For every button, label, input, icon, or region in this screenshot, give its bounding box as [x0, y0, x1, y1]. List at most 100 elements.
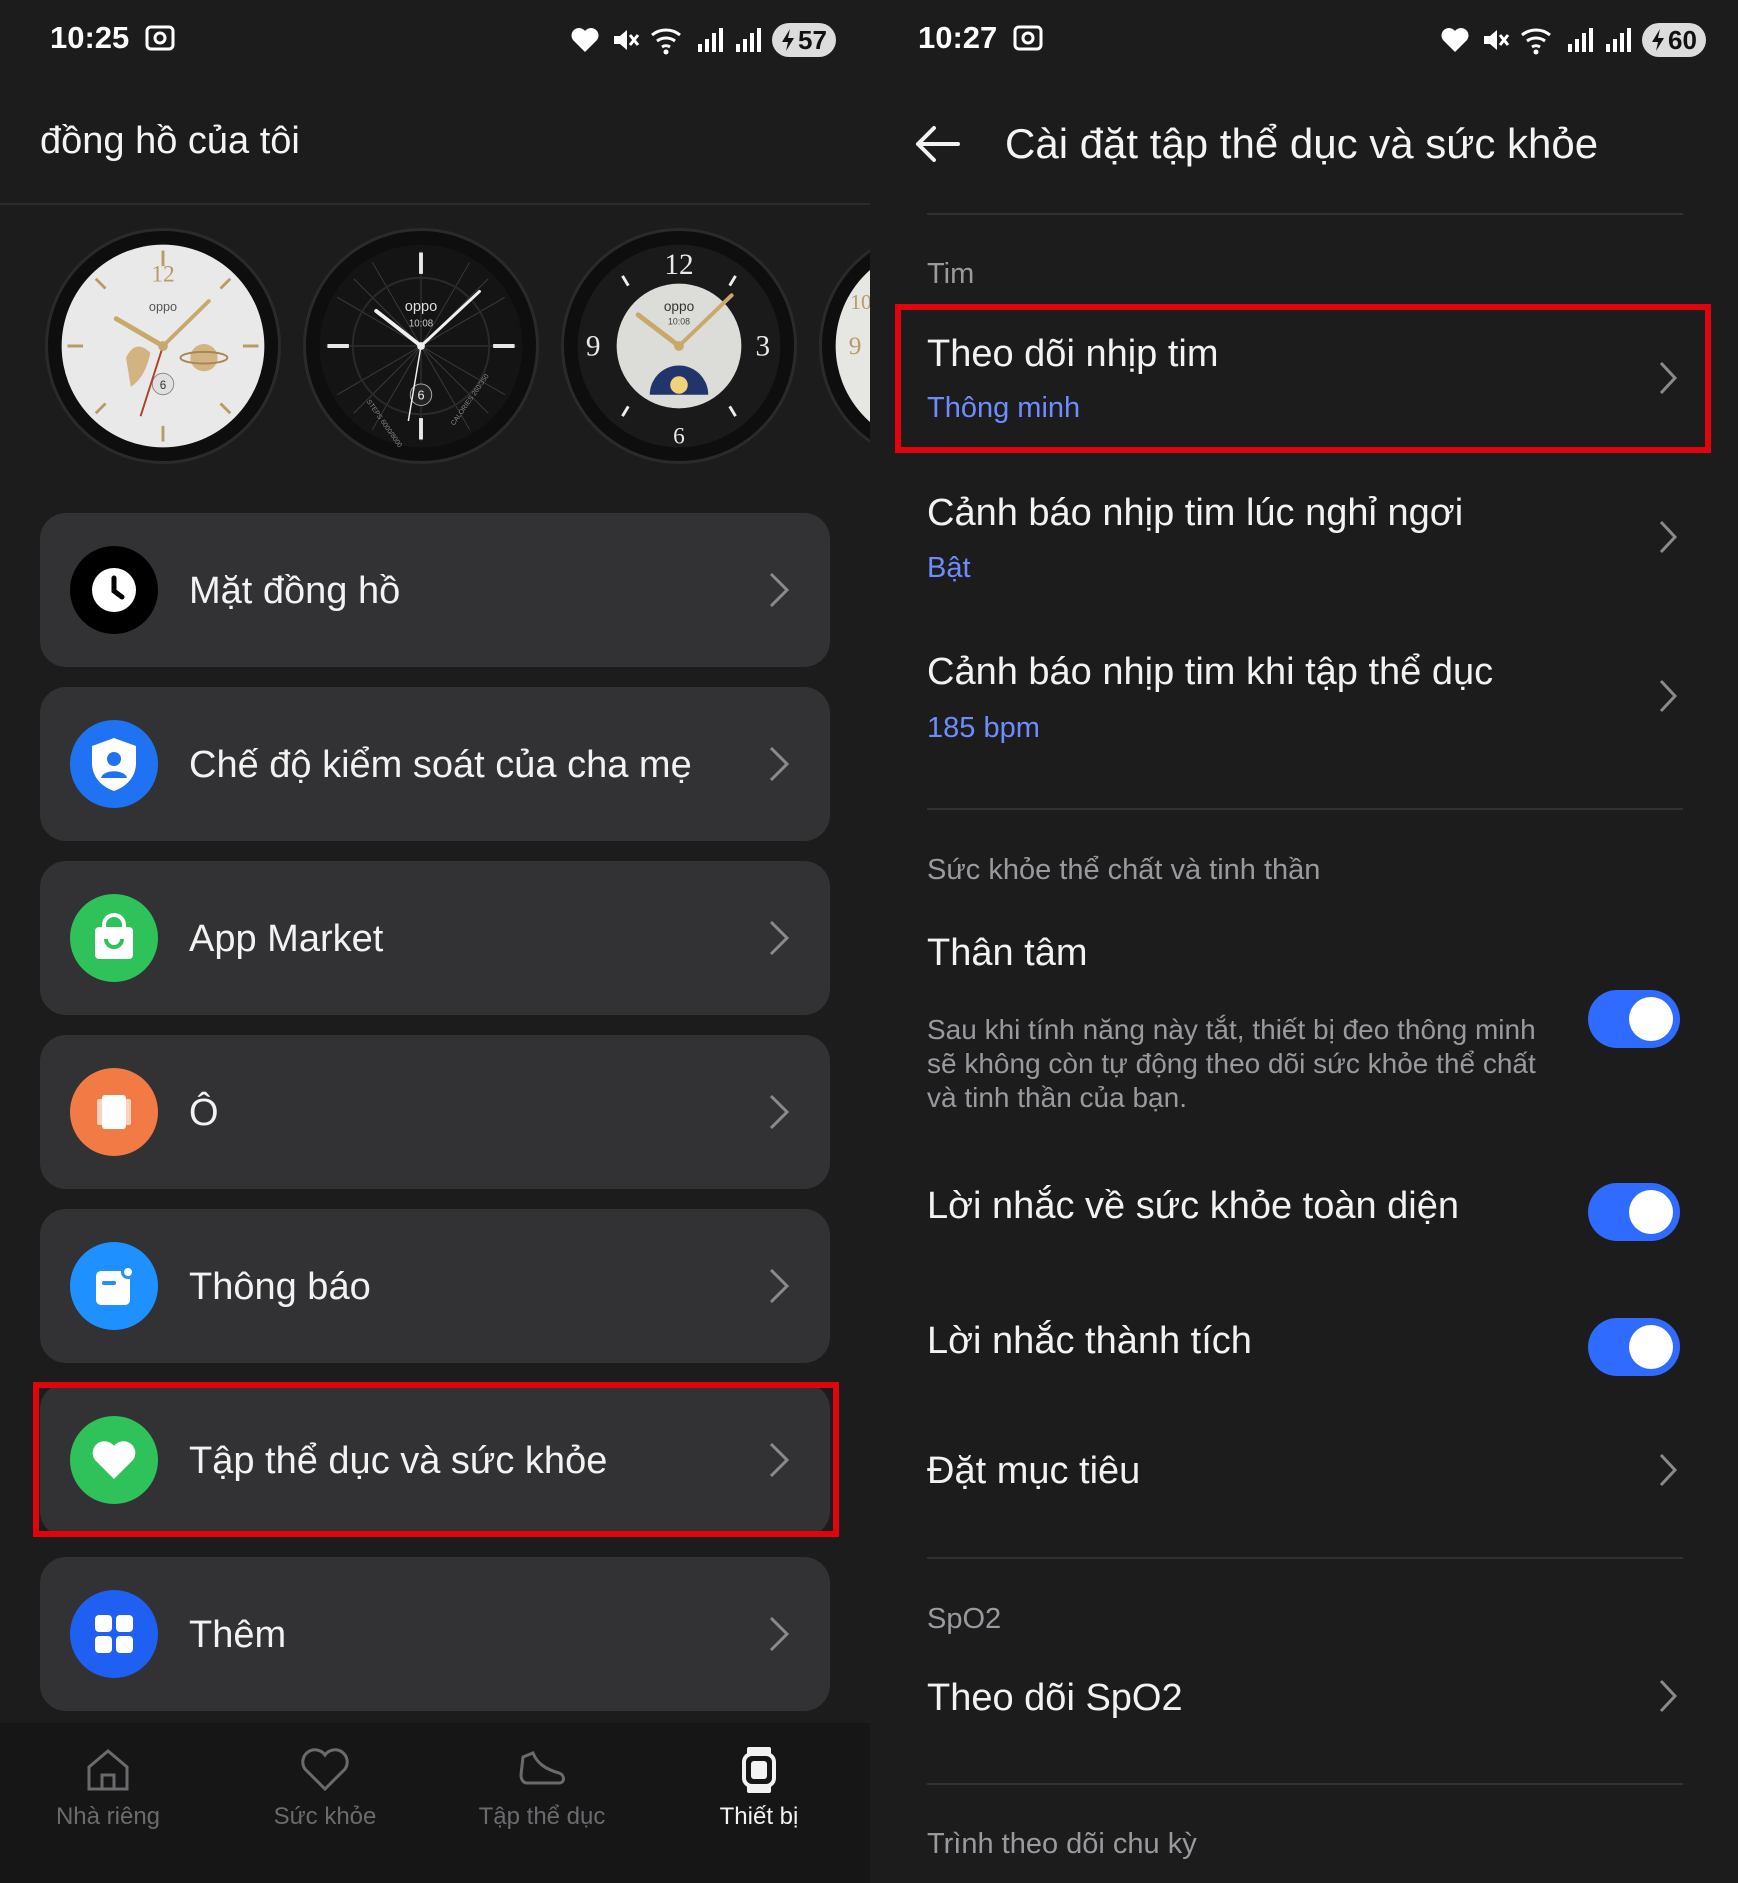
chevron-right-icon — [1659, 1679, 1678, 1713]
signal-1-icon — [698, 28, 723, 52]
screenshot-icon — [1013, 25, 1043, 51]
chevron-right-icon — [1659, 520, 1678, 554]
face2-time: 10:08 — [409, 319, 433, 330]
shoe-icon — [519, 1751, 565, 1785]
right-screen: 10:27 60 Cài đặt tập thể dục và sức khỏe… — [870, 0, 1738, 1883]
mute-icon — [614, 30, 640, 50]
face3-three: 3 — [756, 331, 771, 363]
status-bar: 10:27 60 — [870, 0, 1738, 80]
watch-face-carousel[interactable]: 12 oppo 6 oppo 10:08 6 STEPS 6000/8000 C… — [0, 228, 870, 468]
face4-nine: 9 — [849, 332, 862, 360]
divider — [927, 1783, 1683, 1785]
mute-icon — [1484, 30, 1510, 50]
watch-icon — [742, 1747, 776, 1793]
chevron-right-icon — [1659, 1453, 1678, 1487]
face3-time: 10:08 — [668, 317, 690, 327]
menu-parental-control[interactable]: Chế độ kiểm soát của cha mẹ — [40, 687, 830, 841]
menu-label: Thông báo — [189, 1266, 371, 1308]
status-icons: 57 — [570, 22, 836, 58]
screenshot-icon — [145, 25, 175, 51]
face1-six: 6 — [160, 379, 167, 392]
menu-label: Thêm — [189, 1614, 287, 1656]
nav-device[interactable]: Thiết bị — [659, 1745, 859, 1831]
notification-icon — [70, 1242, 158, 1330]
battery-level: 60 — [1668, 24, 1697, 55]
watch-face-3[interactable]: 12 9 3 6 oppo 10:08 — [561, 228, 797, 464]
highlight-box-fitness — [33, 1382, 839, 1537]
achievement-reminder-toggle[interactable] — [1588, 1318, 1680, 1376]
battery-level: 57 — [798, 24, 827, 55]
face1-brand: oppo — [149, 300, 177, 314]
chevron-right-icon — [769, 572, 790, 608]
tile-icon — [70, 1068, 158, 1156]
face3-twelve: 12 — [664, 249, 693, 281]
menu-more[interactable]: Thêm — [40, 1557, 830, 1711]
chevron-right-icon — [769, 920, 790, 956]
menu-tiles[interactable]: Ô — [40, 1035, 830, 1189]
section-header-heart: Tim — [927, 258, 975, 290]
menu-watch-faces[interactable]: Mặt đồng hồ — [40, 513, 830, 667]
section-header-cycle: Trình theo dõi chu kỳ — [927, 1828, 1197, 1860]
signal-2-icon — [1606, 28, 1631, 52]
set-goals-title[interactable]: Đặt mục tiêu — [927, 1450, 1140, 1493]
health-reminder-toggle[interactable] — [1588, 1183, 1680, 1241]
face2-brand: oppo — [405, 299, 438, 315]
mind-body-title: Thân tâm — [927, 932, 1088, 974]
nav-workout[interactable]: Tập thể dục — [442, 1745, 642, 1831]
watch-face-1[interactable]: 12 oppo 6 — [45, 228, 281, 464]
menu-label: Ô — [189, 1092, 219, 1134]
signal-2-icon — [736, 28, 761, 52]
nav-label: Tập thể dục — [478, 1803, 606, 1830]
wifi-icon — [1521, 28, 1551, 55]
resting-alert-title[interactable]: Cảnh báo nhịp tim lúc nghỉ ngơi — [927, 492, 1463, 535]
status-bar: 10:25 57 — [0, 0, 870, 80]
battery-indicator: 60 — [1642, 23, 1706, 57]
chevron-right-icon — [769, 1268, 790, 1304]
clock-icon — [70, 546, 158, 634]
heart-status-icon — [571, 28, 599, 52]
divider — [927, 213, 1683, 215]
face1-twelve: 12 — [151, 262, 174, 288]
left-screen: 10:25 57 đồng hồ của tôi 12 oppo 6 oppo … — [0, 0, 870, 1883]
heart-outline-icon — [301, 1748, 349, 1792]
header-divider — [0, 203, 870, 205]
mind-body-toggle[interactable] — [1588, 990, 1680, 1048]
menu-notifications[interactable]: Thông báo — [40, 1209, 830, 1363]
status-time: 10:25 — [50, 20, 130, 55]
charging-icon — [1652, 29, 1664, 51]
chevron-right-icon — [1659, 679, 1678, 713]
spo2-monitor-title[interactable]: Theo dõi SpO2 — [927, 1677, 1183, 1720]
watch-face-4[interactable]: 10 9 — [819, 228, 870, 464]
bottom-nav: Nhà riêng Sức khỏe Tập thể dục Thiết bị — [0, 1723, 870, 1883]
highlight-box-heart-rate — [895, 304, 1711, 453]
battery-indicator: 57 — [772, 23, 836, 57]
chevron-right-icon — [769, 1616, 790, 1652]
face3-six: 6 — [673, 423, 685, 449]
resting-alert-value: Bật — [927, 552, 971, 584]
shield-user-icon — [70, 720, 158, 808]
wifi-icon — [651, 28, 681, 55]
menu-label: Chế độ kiểm soát của cha mẹ — [189, 744, 692, 786]
status-icons: 60 — [1440, 22, 1706, 58]
nav-label: Thiết bị — [719, 1803, 799, 1830]
toggle-knob — [1629, 1325, 1673, 1369]
heart-status-icon — [1441, 28, 1469, 52]
menu-app-market[interactable]: App Market — [40, 861, 830, 1015]
menu-label: Mặt đồng hồ — [189, 570, 401, 612]
face3-brand: oppo — [664, 299, 694, 314]
face2-six: 6 — [417, 389, 424, 403]
page-title: đồng hồ của tôi — [40, 120, 300, 162]
achievement-reminder-title: Lời nhắc thành tích — [927, 1320, 1252, 1362]
watch-face-2[interactable]: oppo 10:08 6 STEPS 6000/8000 CALORIES 26… — [303, 228, 539, 464]
nav-health[interactable]: Sức khỏe — [225, 1745, 425, 1831]
divider — [927, 1557, 1683, 1559]
face3-nine: 9 — [586, 331, 601, 363]
page-title: Cài đặt tập thể dục và sức khỏe — [1005, 120, 1599, 167]
exercise-alert-value: 185 bpm — [927, 712, 1040, 744]
chevron-right-icon — [769, 1094, 790, 1130]
menu-label: App Market — [189, 918, 384, 960]
back-arrow-icon[interactable] — [912, 120, 962, 168]
section-header-wellbeing: Sức khỏe thể chất và tinh thần — [927, 854, 1321, 886]
exercise-alert-title[interactable]: Cảnh báo nhịp tim khi tập thể dục — [927, 651, 1493, 694]
nav-home[interactable]: Nhà riêng — [8, 1745, 208, 1831]
